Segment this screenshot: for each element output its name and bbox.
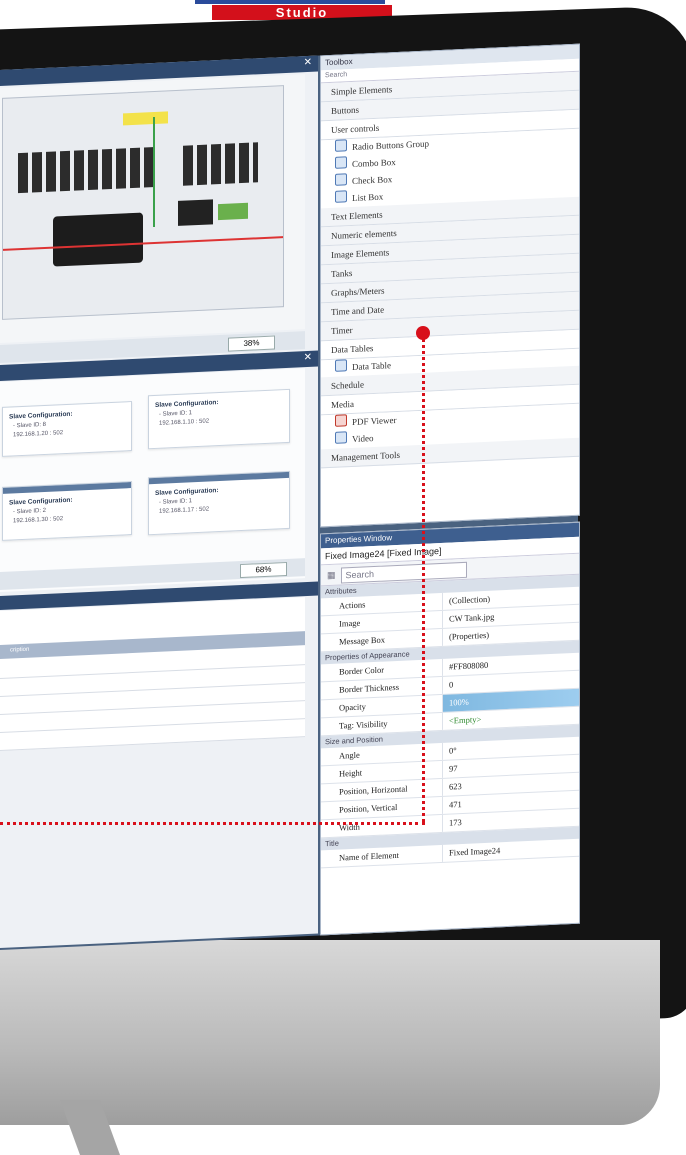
canvas [0,74,305,344]
card-header-bar [3,482,131,494]
slave-card[interactable]: Slave Configuration: - Slave ID: 1 192.1… [148,470,290,536]
device-row-right [183,142,258,186]
green-line [153,116,155,228]
screen: ✕ 38% ✕ Slave Configuration: - Slave ID:… [0,43,580,950]
toolbox-item-label: Data Table [352,360,391,373]
toolbox-item-label: PDF Viewer [352,414,397,428]
sort-icon[interactable]: ▦ [327,570,336,580]
card-line: 192.168.1.20 : 502 [13,430,64,439]
workspace: ✕ 38% ✕ Slave Configuration: - Slave ID:… [0,55,318,949]
close-icon[interactable]: ✕ [304,352,312,363]
properties-panel: Properties Window Fixed Image24 [Fixed I… [320,521,580,936]
hmi-panel [53,212,143,267]
callout-line-horizontal [0,822,425,825]
toolbox-item-label: Radio Buttons Group [352,138,430,153]
list-box-icon [335,190,347,203]
small-hmi [178,199,213,226]
toolbox-item-label: List Box [352,191,384,204]
network-diagram [2,85,284,320]
zoom-field[interactable]: 68% [240,561,287,579]
config-panel: Slave Configuration: - Slave ID: 8 192.1… [0,368,305,592]
zoom-field[interactable]: 38% [228,335,275,352]
slave-card[interactable]: Slave Configuration: - Slave ID: 2 192.1… [2,481,132,541]
toolbox-item-label: Check Box [352,174,393,187]
data-table-icon [335,359,347,372]
monitor-chin [0,940,660,1125]
slave-card[interactable]: Slave Configuration: - Slave ID: 1 192.1… [148,388,290,450]
device-row-left [18,146,158,194]
grid-header-label: cription [10,646,30,654]
red-line [3,236,283,251]
card-header-bar [149,471,289,485]
radio-group-icon [335,139,347,152]
brand-logo-strip [195,0,385,4]
card-line: 192.168.1.30 : 502 [13,516,64,525]
close-icon[interactable]: ✕ [304,57,312,68]
slave-card[interactable]: Slave Configuration: - Slave ID: 8 192.1… [2,401,132,457]
callout-line-vertical [422,334,425,822]
video-icon [335,431,347,444]
toolbox-panel: Toolbox Search Simple Elements Buttons U… [320,43,580,528]
checkbox-icon [335,173,347,186]
combo-box-icon [335,156,347,169]
callout-dot [416,326,430,340]
toolbox-item-label: Combo Box [352,157,396,170]
label-note [123,111,168,126]
green-module [218,202,248,221]
toolbox-item-label: Video [352,433,374,445]
pdf-icon [335,414,347,427]
